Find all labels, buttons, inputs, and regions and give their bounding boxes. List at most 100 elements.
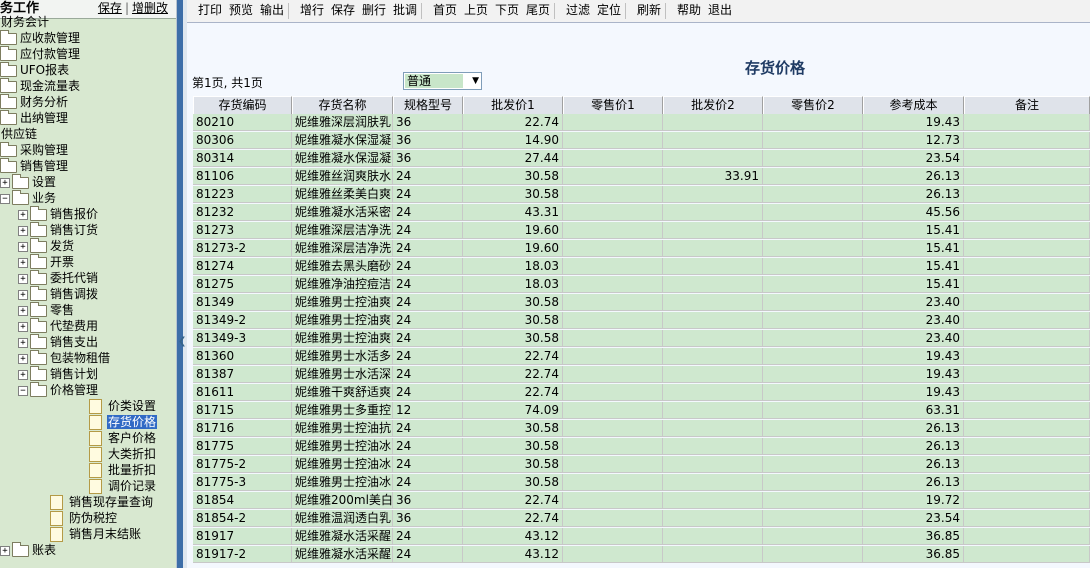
table-cell[interactable] (964, 348, 1090, 365)
price-type-select[interactable]: 普通 ▼ (403, 72, 482, 90)
column-header[interactable]: 批发价2 (663, 96, 763, 115)
table-cell[interactable]: 27.44 (463, 150, 563, 167)
tree-node[interactable]: 应收款管理 (0, 29, 81, 46)
table-cell[interactable] (763, 222, 863, 239)
table-cell[interactable]: 81349-3 (193, 330, 292, 347)
table-cell[interactable]: 24 (393, 330, 463, 347)
tree-node[interactable]: + 销售订货 (18, 221, 99, 238)
collapse-left-icon[interactable]: ❮ (178, 336, 186, 347)
table-cell[interactable]: 妮维雅男士控油爽 (292, 330, 393, 347)
table-cell[interactable] (763, 384, 863, 401)
table-cell[interactable]: 24 (393, 168, 463, 185)
table-cell[interactable] (563, 114, 663, 131)
table-cell[interactable] (763, 546, 863, 563)
table-cell[interactable] (663, 240, 763, 257)
table-cell[interactable] (563, 492, 663, 509)
table-cell[interactable]: 36 (393, 114, 463, 131)
toolbar-button[interactable]: 过滤 (566, 3, 590, 18)
tree-node[interactable]: 批量折扣 (36, 462, 157, 478)
expand-icon[interactable]: + (18, 289, 28, 300)
table-cell[interactable]: 18.03 (463, 258, 563, 275)
tree-node[interactable]: 出纳管理 (0, 109, 69, 126)
table-cell[interactable] (763, 330, 863, 347)
table-cell[interactable]: 15.41 (863, 258, 964, 275)
table-cell[interactable] (964, 384, 1090, 401)
collapse-icon[interactable]: − (18, 385, 28, 396)
table-cell[interactable] (763, 168, 863, 185)
table-cell[interactable]: 19.43 (863, 114, 964, 131)
table-cell[interactable]: 妮维雅凝水活采醒 (292, 528, 393, 545)
table-cell[interactable]: 12.73 (863, 132, 964, 149)
table-cell[interactable] (964, 258, 1090, 275)
toolbar-button[interactable]: 输出 (260, 3, 284, 18)
table-cell[interactable] (763, 132, 863, 149)
table-cell[interactable] (763, 258, 863, 275)
table-cell[interactable]: 81854-2 (193, 510, 292, 527)
table-cell[interactable] (563, 222, 663, 239)
table-cell[interactable]: 30.58 (463, 456, 563, 473)
table-cell[interactable] (663, 510, 763, 527)
tree-node[interactable]: 防伪税控 (18, 510, 118, 526)
toolbar-button[interactable]: 打印 (198, 3, 222, 18)
table-cell[interactable]: 81349 (193, 294, 292, 311)
tree-node[interactable]: + 账表 (0, 541, 57, 558)
table-cell[interactable] (964, 474, 1090, 491)
table-cell[interactable] (663, 276, 763, 293)
table-cell[interactable]: 81917 (193, 528, 292, 545)
table-cell[interactable]: 妮维雅200ml美白润 (292, 492, 393, 509)
tree-node[interactable]: 财务分析 (0, 93, 69, 110)
table-cell[interactable]: 26.13 (863, 438, 964, 455)
table-cell[interactable] (964, 276, 1090, 293)
table-cell[interactable] (663, 132, 763, 149)
table-cell[interactable]: 81775 (193, 438, 292, 455)
table-cell[interactable] (663, 474, 763, 491)
table-cell[interactable]: 30.58 (463, 420, 563, 437)
tree-node[interactable]: 大类折扣 (36, 446, 157, 462)
toolbar-button[interactable]: 上页 (464, 3, 488, 18)
table-cell[interactable] (663, 456, 763, 473)
table-cell[interactable]: 24 (393, 312, 463, 329)
toolbar-button[interactable]: 刷新 (637, 3, 661, 18)
table-cell[interactable]: 30.58 (463, 330, 563, 347)
table-cell[interactable] (663, 114, 763, 131)
table-cell[interactable]: 30.58 (463, 294, 563, 311)
table-cell[interactable]: 24 (393, 204, 463, 221)
table-cell[interactable]: 妮维雅男士多重控 (292, 402, 393, 419)
table-cell[interactable]: 24 (393, 384, 463, 401)
table-cell[interactable] (563, 294, 663, 311)
tree-node[interactable]: + 委托代销 (18, 269, 99, 286)
table-cell[interactable] (663, 150, 763, 167)
table-cell[interactable]: 33.91 (663, 168, 763, 185)
table-cell[interactable] (563, 240, 663, 257)
toolbar-button[interactable]: 定位 (597, 3, 621, 18)
table-cell[interactable] (964, 294, 1090, 311)
table-cell[interactable] (964, 366, 1090, 383)
table-cell[interactable]: 妮维雅去黑头磨砂 (292, 258, 393, 275)
table-cell[interactable] (663, 330, 763, 347)
table-cell[interactable]: 45.56 (863, 204, 964, 221)
table-cell[interactable]: 15.41 (863, 240, 964, 257)
table-cell[interactable] (763, 240, 863, 257)
tree-node[interactable]: + 开票 (18, 253, 75, 270)
table-cell[interactable] (964, 546, 1090, 563)
table-cell[interactable] (964, 438, 1090, 455)
expand-icon[interactable]: + (18, 241, 28, 252)
tree-node[interactable]: + 设置 (0, 173, 57, 190)
table-cell[interactable]: 36 (393, 510, 463, 527)
table-cell[interactable]: 43.12 (463, 546, 563, 563)
table-cell[interactable]: 81775-2 (193, 456, 292, 473)
table-cell[interactable] (663, 186, 763, 203)
expand-icon[interactable]: + (18, 209, 28, 220)
table-cell[interactable]: 24 (393, 258, 463, 275)
table-cell[interactable]: 22.74 (463, 366, 563, 383)
table-cell[interactable]: 30.58 (463, 312, 563, 329)
tree-node[interactable]: + 销售支出 (18, 333, 99, 350)
expand-icon[interactable]: + (18, 305, 28, 316)
table-cell[interactable]: 22.74 (463, 510, 563, 527)
expand-icon[interactable]: + (0, 545, 10, 556)
table-cell[interactable] (763, 276, 863, 293)
table-cell[interactable]: 22.74 (463, 114, 563, 131)
column-header[interactable]: 存货名称 (292, 96, 393, 115)
table-cell[interactable] (563, 528, 663, 545)
table-cell[interactable]: 23.54 (863, 510, 964, 527)
